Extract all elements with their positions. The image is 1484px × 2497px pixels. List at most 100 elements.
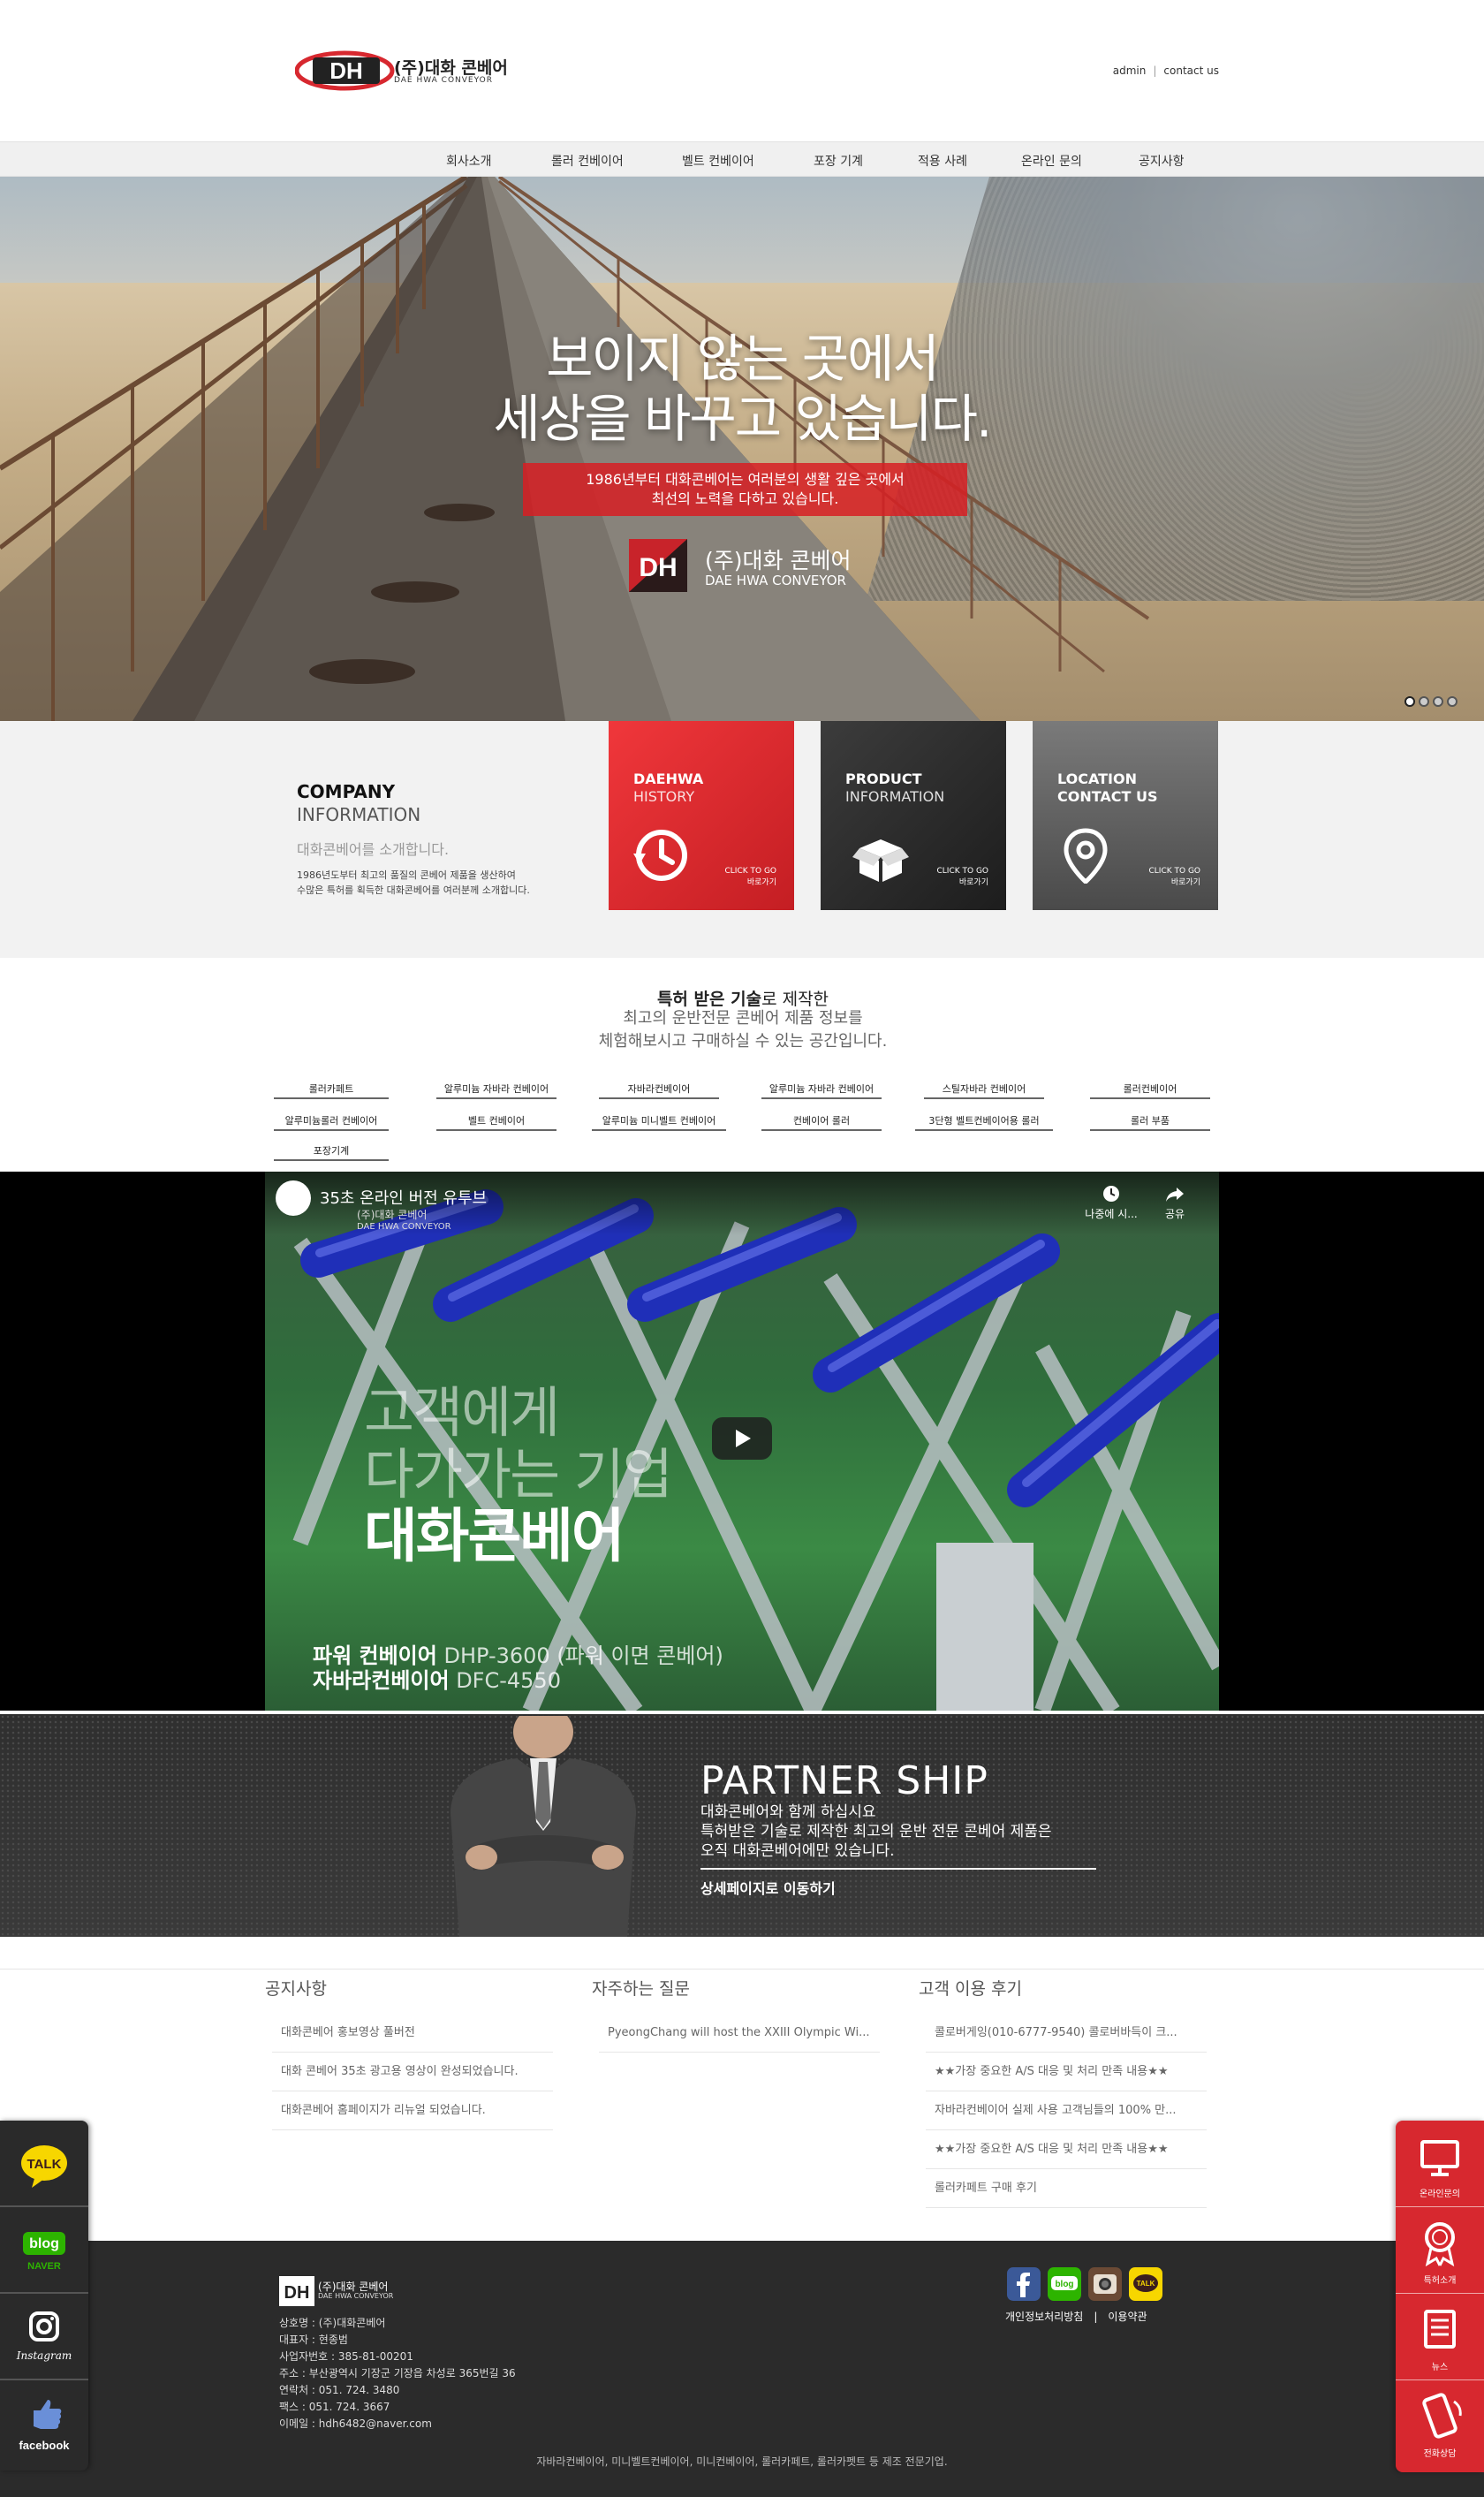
product-tag[interactable]: 3단형 벨트컨베이어용 롤러 [915,1113,1053,1131]
company-description-line2: 수많은 특허를 획득한 대화콘베어를 여러분께 소개합니다. [297,884,530,896]
divider: | [1153,65,1157,77]
product-tag[interactable]: 포장기계 [274,1143,389,1161]
privacy-policy-link[interactable]: 개인정보처리방침 [1005,2311,1083,2323]
phone-consult-quick-link[interactable]: 전화상담 [1396,2380,1484,2467]
faq-board-title[interactable]: 자주하는 질문 [592,1976,690,2000]
card-cta-en: CLICK TO GO [1148,867,1201,876]
kakaotalk-icon[interactable]: TALK [1129,2267,1162,2301]
review-item[interactable]: 자바라컨베이어 실제 사용 고객님들의 100% 만... [926,2091,1207,2130]
play-button[interactable] [712,1417,772,1460]
ceo-name: 대표자 : 현종범 [279,2334,348,2346]
online-inquiry-quick-link[interactable]: 온라인문의 [1396,2121,1484,2207]
left-quick-menu: TALK blog NAVER Instagram facebook [0,2121,88,2470]
footer-logo-icon: DH [279,2276,314,2306]
card-cta: CLICK TO GO 바로가기 [1149,866,1201,889]
slider-dot-1[interactable] [1404,696,1415,707]
kakaotalk-icon: TALK [21,2145,67,2188]
nav-item-cases[interactable]: 적용 사례 [918,152,967,170]
admin-link[interactable]: admin [1113,65,1147,77]
footer-logo-subtext: DAE HWA CONVEYOR [318,2292,394,2300]
contact-us-link[interactable]: contact us [1163,65,1219,77]
product-tag[interactable]: 알루미늄 자바라 컨베이어 [436,1082,556,1099]
partnership-desc-line3: 오직 대화콘베어에만 있습니다. [700,1842,895,1860]
phone-icon [1422,2393,1462,2439]
video-title[interactable]: 35초 온라인 버전 유투브 [320,1186,487,1209]
product-tag[interactable]: 롤러 부품 [1090,1113,1210,1131]
address: 주소 : 부산광역시 기장군 기장읍 차성로 365번길 36 [279,2367,516,2379]
company-details: 상호명 : (주)대화콘베어 대표자 : 현종범 사업자번호 : 385-81-… [279,2315,516,2432]
video-slogan-line2: 다가가는 기업 [364,1442,673,1507]
card-cta-en: CLICK TO GO [936,867,989,876]
product-tag[interactable]: 알루미늄 자바라 컨베이어 [761,1082,882,1099]
notice-item[interactable]: 대화콘베어 홍보영상 풀버전 [272,2014,553,2053]
notice-item[interactable]: 대화콘베어 홈페이지가 리뉴얼 되었습니다. [272,2091,553,2130]
review-item[interactable]: ★★가장 중요한 A/S 대응 및 처리 만족 내용★★ [926,2053,1207,2091]
patent-quick-link[interactable]: 특허소개 [1396,2207,1484,2294]
review-board-title[interactable]: 고객 이용 후기 [919,1976,1022,2000]
partnership-desc-line2: 특허받은 기술로 제작한 최고의 운반 전문 콘베어 제품은 [700,1823,1052,1840]
divider: | [1094,2311,1098,2323]
facebook-quick-link[interactable]: facebook [0,2380,88,2467]
share-button[interactable]: 공유 [1148,1184,1201,1221]
facebook-icon[interactable] [1007,2267,1041,2301]
naver-blog-icon: blog NAVER [23,2232,65,2272]
nav-item-notice[interactable]: 공지사항 [1139,152,1185,170]
product-tag[interactable]: 알루미늄롤러 컨베이어 [274,1113,389,1131]
nav-item-roller-conveyor[interactable]: 롤러 컨베이어 [551,152,624,170]
business-number: 사업자번호 : 385-81-00201 [279,2350,413,2363]
card-cta-ko: 바로가기 [746,878,776,887]
terms-link[interactable]: 이용약관 [1108,2311,1147,2323]
products-heading-bold: 특허 받은 기술 [656,990,762,1009]
watch-later-button[interactable]: 나중에 시... [1085,1184,1138,1221]
nav-item-company[interactable]: 회사소개 [446,152,492,170]
products-heading: 특허 받은 기술로 제작한 [510,986,976,1010]
location-card[interactable]: LOCATION CONTACT US CLICK TO GO 바로가기 [1033,721,1218,910]
instagram-icon[interactable] [1088,2267,1122,2301]
partnership-title: PARTNER SHIP [700,1758,988,1803]
slider-dot-2[interactable] [1419,696,1429,707]
nav-item-belt-conveyor[interactable]: 벨트 컨베이어 [682,152,754,170]
card-subtitle: INFORMATION [845,788,945,805]
footer-links: 개인정보처리방침 | 이용약관 [1005,2309,1147,2324]
slider-dot-4[interactable] [1447,696,1458,707]
news-quick-link[interactable]: 뉴스 [1396,2294,1484,2380]
card-title: PRODUCT [845,770,922,787]
nav-item-inquiry[interactable]: 온라인 문의 [1021,152,1082,170]
email: 이메일 : hdh6482@naver.com [279,2417,432,2430]
youtube-player[interactable]: 35초 온라인 버전 유투브 (주)대화 콘베어 DAE HWA CONVEYOR… [265,1172,1219,1711]
video-slogan-line1: 고객에게 [364,1380,560,1445]
channel-avatar[interactable] [276,1180,311,1216]
faq-item[interactable]: PyeongChang will host the XXIII Olympic … [599,2014,880,2053]
product-tag[interactable]: 스틸자바라 컨베이어 [924,1082,1044,1099]
kakaotalk-quick-link[interactable]: TALK [0,2121,88,2207]
product-card[interactable]: PRODUCT INFORMATION CLICK TO GO 바로가기 [821,721,1006,910]
instagram-quick-link[interactable]: Instagram [0,2294,88,2380]
svg-text:NAVER: NAVER [27,2261,61,2272]
svg-text:DH: DH [284,2283,310,2303]
notice-item[interactable]: 대화 콘베어 35초 광고용 영상이 완성되었습니다. [272,2053,553,2091]
review-item[interactable]: 롤러카페트 구매 후기 [926,2169,1207,2208]
nav-item-packaging[interactable]: 포장 기계 [814,152,863,170]
quick-label: 전화상담 [1423,2449,1457,2459]
partnership-detail-link[interactable]: 상세페이지로 이동하기 [700,1877,836,1898]
video-caption-line2: 자바라컨베이어 DFC-4550 [313,1663,561,1694]
review-item[interactable]: ★★가장 중요한 A/S 대응 및 처리 만족 내용★★ [926,2130,1207,2169]
products-description-line2: 체험해보시고 구매하실 수 있는 공간입니다. [598,1032,888,1051]
notice-board-title[interactable]: 공지사항 [265,1976,327,2000]
slider-dot-3[interactable] [1433,696,1443,707]
facebook-icon: facebook [19,2400,70,2452]
product-tag[interactable]: 롤러컨베이어 [1090,1082,1210,1099]
product-tag[interactable]: 벨트 컨베이어 [436,1113,556,1131]
hero-title: 보이지 않는 곳에서 세상을 바꾸고 있습니다. [0,329,1484,449]
product-tag[interactable]: 컨베이어 롤러 [761,1113,882,1131]
video-slogan-line3: 대화콘베어 [364,1502,625,1570]
svg-text:blog: blog [29,2236,59,2251]
quick-label: 특허소개 [1423,2276,1457,2286]
review-item[interactable]: 콜로버게잉(010-6777-9540) 콜로버바득이 크... [926,2014,1207,2053]
product-tag[interactable]: 알루미늄 미니벨트 컨베이어 [592,1113,726,1131]
product-tag[interactable]: 롤러카페트 [274,1082,389,1099]
naver-blog-quick-link[interactable]: blog NAVER [0,2207,88,2294]
history-card[interactable]: DAEHWA HISTORY CLICK TO GO 바로가기 [609,721,794,910]
product-tag[interactable]: 자바라컨베이어 [599,1082,719,1099]
blog-icon[interactable]: blog [1048,2267,1081,2301]
